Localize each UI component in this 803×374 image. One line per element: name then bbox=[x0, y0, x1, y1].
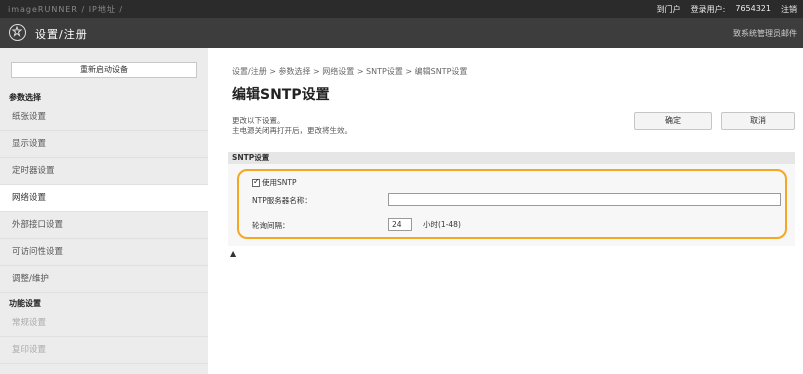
logout-link[interactable]: 注销 bbox=[781, 4, 797, 15]
polling-interval-input[interactable]: 24 bbox=[388, 218, 412, 231]
sidebar-item-adjust-maintenance[interactable]: 调整/维护 bbox=[0, 266, 208, 293]
breadcrumb: 设置/注册 > 参数选择 > 网络设置 > SNTP设置 > 编辑SNTP设置 bbox=[232, 67, 468, 76]
top-bar-crumbs: imageRUNNER / IP地址 / bbox=[8, 5, 124, 14]
admin-mail-link[interactable]: 致系统管理员邮件 bbox=[733, 28, 797, 39]
sidebar: 重新启动设备 参数选择 纸张设置 显示设置 定时器设置 网络设置 外部接口设置 … bbox=[0, 48, 208, 374]
app-title: 设置/注册 bbox=[35, 28, 88, 41]
ntp-server-name-label: NTP服务器名称： bbox=[252, 196, 312, 205]
top-bar-right: 到门户 登录用户: 7654321 注销 bbox=[657, 4, 797, 15]
sidebar-item-display[interactable]: 显示设置 bbox=[0, 131, 208, 158]
portal-link[interactable]: 到门户 bbox=[657, 4, 681, 15]
polling-interval-label: 轮询间隔： bbox=[252, 221, 290, 230]
sidebar-item-external-interface[interactable]: 外部接口设置 bbox=[0, 212, 208, 239]
sidebar-item-network[interactable]: 网络设置 bbox=[0, 185, 208, 212]
login-user-value: 7654321 bbox=[735, 4, 771, 13]
sidebar-item-paper[interactable]: 纸张设置 bbox=[0, 104, 208, 131]
login-user-label: 登录用户: bbox=[690, 5, 726, 14]
settings-logo-icon bbox=[9, 24, 26, 41]
description-line-1: 更改以下设置。 bbox=[232, 116, 285, 125]
description-line-2: 主电源关闭再打开后，更改将生效。 bbox=[232, 126, 352, 135]
page-title: 编辑SNTP设置 bbox=[232, 87, 330, 103]
use-sntp-checkbox[interactable] bbox=[252, 177, 260, 187]
cancel-button[interactable]: 取消 bbox=[721, 112, 795, 130]
use-sntp-row[interactable]: 使用SNTP bbox=[252, 177, 296, 188]
sidebar-section-preferences: 参数选择 bbox=[9, 93, 41, 102]
sidebar-section-function: 功能设置 bbox=[9, 299, 41, 308]
use-sntp-label: 使用SNTP bbox=[262, 178, 297, 187]
page-description: 更改以下设置。 主电源关闭再打开后，更改将生效。 bbox=[232, 116, 352, 136]
sidebar-item-general[interactable]: 常规设置 bbox=[0, 310, 208, 337]
ntp-server-name-input[interactable] bbox=[388, 193, 781, 206]
polling-interval-unit: 小时(1-48) bbox=[423, 220, 461, 229]
restart-device-button[interactable]: 重新启动设备 bbox=[11, 62, 197, 78]
app-header: 设置/注册 致系统管理员邮件 bbox=[0, 18, 803, 48]
sidebar-item-timer[interactable]: 定时器设置 bbox=[0, 158, 208, 185]
main-content: 设置/注册 > 参数选择 > 网络设置 > SNTP设置 > 编辑SNTP设置 … bbox=[208, 48, 803, 374]
sntp-section-header: SNTP设置 bbox=[228, 152, 795, 164]
sidebar-item-accessibility[interactable]: 可访问性设置 bbox=[0, 239, 208, 266]
ok-button[interactable]: 确定 bbox=[634, 112, 712, 130]
top-bar: imageRUNNER / IP地址 / 到门户 登录用户: 7654321 注… bbox=[0, 0, 803, 18]
back-to-top-link[interactable]: ▲ bbox=[230, 249, 236, 258]
sidebar-item-copy[interactable]: 复印设置 bbox=[0, 337, 208, 364]
